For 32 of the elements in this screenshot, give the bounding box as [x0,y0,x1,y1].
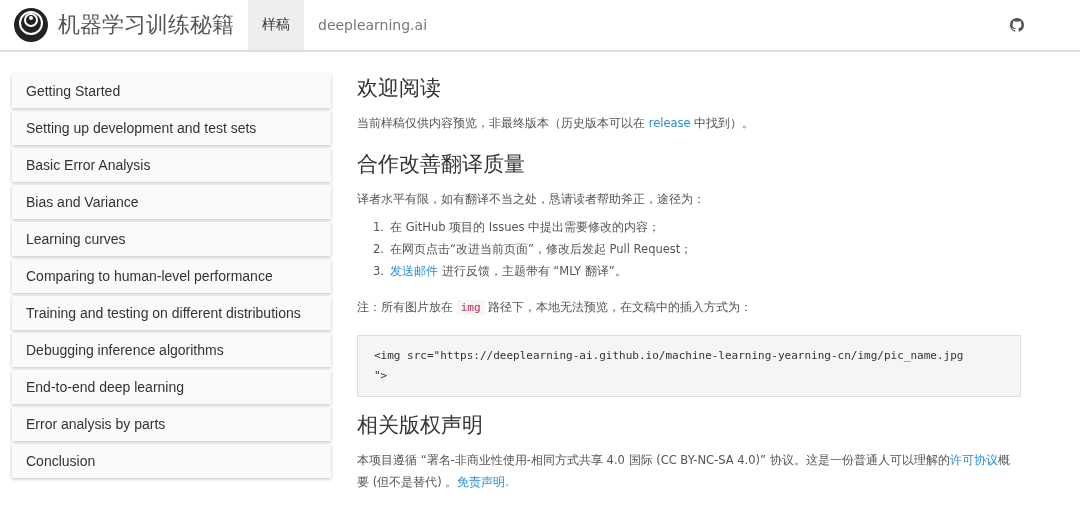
sidebar-item[interactable]: Debugging inference algorithms [12,333,331,367]
code-block: <img src="https://deeplearning-ai.github.io/machine-learning-yearning-cn/img/pic_name.jpg "> [357,335,1021,397]
section-heading: 合作改善翻译质量 [357,151,526,178]
sidebar-item[interactable]: Bias and Variance [12,185,331,219]
text-link[interactable]: 免责声明. [457,475,509,489]
text-link[interactable]: 发送邮件 [390,264,438,278]
github-icon[interactable] [1010,18,1024,32]
logo-icon [14,8,48,42]
sidebar-item[interactable]: Error analysis by parts [12,407,331,441]
section-heading: 相关版权声明 [357,412,484,439]
text-link[interactable]: 许可协议 [949,453,998,467]
sidebar-item[interactable]: Training and testing on different distributions [12,296,331,330]
paragraph: 当前样稿仅供内容预览，非最终版本（历史版本可以在 release 中找到）。 [357,115,756,132]
paragraph: 注：所有图片放在 img 路径下，本地无法预览，在文稿中的插入方式为： [357,299,754,317]
sidebar-item[interactable]: Learning curves [12,222,331,256]
sidebar-item[interactable]: End-to-end deep learning [12,370,331,404]
sidebar-item[interactable]: Conclusion [12,444,331,478]
paragraph: 本项目遵循 “署名-非商业性使用-相同方式共享 4.0 国际 (CC BY-NC-SA 4.0)” 协议。这是一份普通人可以理解的许可协议概要 (但不是替代) 。免责声明. [357,452,1011,491]
sidebar-item[interactable]: Setting up development and test sets [12,111,331,145]
sidebar-item[interactable]: Comparing to human-level performance [12,259,331,293]
text-link[interactable]: release [648,116,691,130]
list-item: 1. 在 GitHub 项目的 Issues 中提出需要修改的内容； [373,219,662,236]
sidebar-item[interactable]: Getting Started [12,74,331,108]
site-title: 机器学习训练秘籍 [58,11,234,39]
section-heading: 欢迎阅读 [357,75,442,102]
list-item: 3. 发送邮件 进行反馈，主题带有 “MLY 翻译”。 [373,263,628,280]
nav-tab[interactable]: 样稿 [248,0,304,50]
inline-code: img [456,300,485,315]
list-item: 2. 在网页点击“改进当前页面”，修改后发起 Pull Request； [373,241,694,258]
paragraph: 译者水平有限，如有翻译不当之处，恳请读者帮助斧正，途径为： [357,191,706,208]
nav-tab[interactable]: deeplearning.ai [304,0,442,50]
sidebar-item[interactable]: Basic Error Analysis [12,148,331,182]
